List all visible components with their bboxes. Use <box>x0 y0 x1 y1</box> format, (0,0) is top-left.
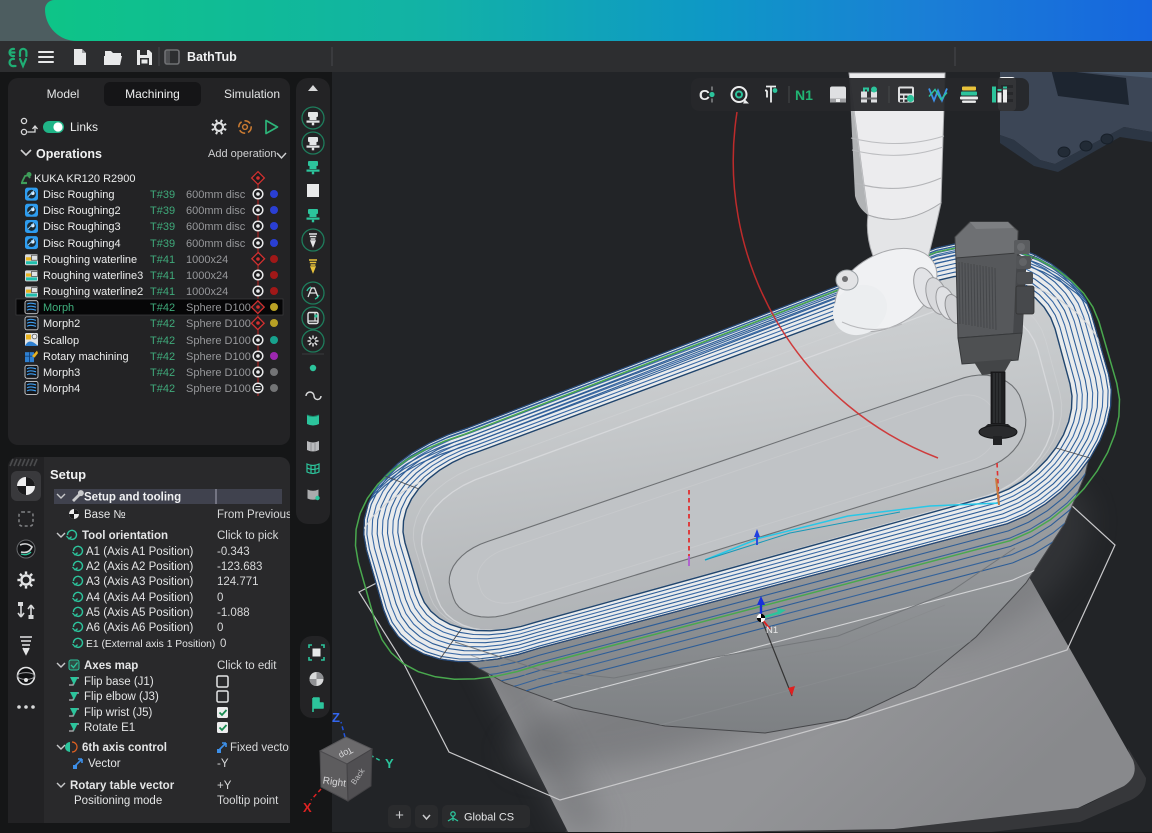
svg-text:Vector: Vector <box>88 758 121 770</box>
svg-text:X: X <box>303 800 312 815</box>
svg-text:Flip base (J1): Flip base (J1) <box>84 676 154 688</box>
svg-text:T#41: T#41 <box>150 270 175 282</box>
svg-text:-Y: -Y <box>217 758 229 770</box>
svg-text:Roughing waterline2: Roughing waterline2 <box>43 286 143 298</box>
svg-text:T#42: T#42 <box>150 383 175 395</box>
svg-text:Morph4: Morph4 <box>43 383 80 395</box>
svg-text:Positioning mode: Positioning mode <box>74 795 162 807</box>
svg-text:Flip elbow (J3): Flip elbow (J3) <box>84 691 159 703</box>
svg-text:0: 0 <box>217 622 223 634</box>
svg-text:0: 0 <box>217 592 223 604</box>
svg-text:Sphere D100: Sphere D100 <box>186 302 251 314</box>
svg-text:T#42: T#42 <box>150 367 175 379</box>
svg-text:Flip wrist (J5): Flip wrist (J5) <box>84 707 153 719</box>
svg-text:T#39: T#39 <box>150 189 175 201</box>
svg-text:Morph2: Morph2 <box>43 318 80 330</box>
svg-text:600mm disc: 600mm disc <box>186 238 246 250</box>
svg-text:-1.088: -1.088 <box>217 607 250 619</box>
svg-text:Morph: Morph <box>43 302 74 314</box>
svg-text:Global CS: Global CS <box>464 812 514 824</box>
svg-text:1000x24: 1000x24 <box>186 286 228 298</box>
svg-text:C: C <box>699 87 710 104</box>
svg-text:T#42: T#42 <box>150 302 175 314</box>
svg-text:A6 (Axis A6 Position): A6 (Axis A6 Position) <box>86 622 194 634</box>
svg-text:T#42: T#42 <box>150 335 175 347</box>
svg-text:Morph3: Morph3 <box>43 367 80 379</box>
svg-text:Roughing waterline3: Roughing waterline3 <box>43 270 143 282</box>
svg-text:T#42: T#42 <box>150 318 175 330</box>
svg-text:A1 (Axis A1 Position): A1 (Axis A1 Position) <box>86 546 194 558</box>
svg-text:Roughing waterline: Roughing waterline <box>43 254 137 266</box>
svg-text:600mm disc: 600mm disc <box>186 221 246 233</box>
svg-text:T#41: T#41 <box>150 286 175 298</box>
svg-text:From Previous: From Previous <box>217 509 290 521</box>
svg-text:A2 (Axis A2 Position): A2 (Axis A2 Position) <box>86 561 194 573</box>
svg-text:6th axis control: 6th axis control <box>82 742 167 754</box>
svg-text:Disc Roughing4: Disc Roughing4 <box>43 238 121 250</box>
svg-text:N1: N1 <box>795 87 813 103</box>
svg-text:BathTub: BathTub <box>187 50 237 64</box>
svg-text:A4 (Axis A4 Position): A4 (Axis A4 Position) <box>86 592 194 604</box>
svg-text:Rotary table vector: Rotary table vector <box>70 780 175 792</box>
svg-text:E1 (External axis 1 Position): E1 (External axis 1 Position) <box>86 639 215 650</box>
svg-text:600mm disc: 600mm disc <box>186 205 246 217</box>
svg-text:Base №: Base № <box>84 509 126 521</box>
svg-text:Fixed vecto: Fixed vecto <box>230 742 289 754</box>
svg-text:A3 (Axis A3 Position): A3 (Axis A3 Position) <box>86 576 194 588</box>
svg-text:1000x24: 1000x24 <box>186 254 228 266</box>
svg-text:1000x24: 1000x24 <box>186 270 228 282</box>
svg-text:A5 (Axis A5 Position): A5 (Axis A5 Position) <box>86 607 194 619</box>
svg-text:T#41: T#41 <box>150 254 175 266</box>
svg-text:Links: Links <box>70 120 98 134</box>
svg-text:0: 0 <box>220 638 226 650</box>
svg-text:KUKA KR120 R2900: KUKA KR120 R2900 <box>34 173 136 185</box>
svg-text:Click to pick: Click to pick <box>217 530 279 542</box>
svg-text:Disc Roughing2: Disc Roughing2 <box>43 205 121 217</box>
svg-text:Sphere D100: Sphere D100 <box>186 383 251 395</box>
svg-text:Tool orientation: Tool orientation <box>82 530 168 542</box>
svg-text:Disc Roughing: Disc Roughing <box>43 189 115 201</box>
svg-text:Axes map: Axes map <box>84 660 138 672</box>
svg-text:Z: Z <box>332 710 340 725</box>
svg-text:Disc Roughing3: Disc Roughing3 <box>43 221 121 233</box>
svg-text:Scallop: Scallop <box>43 335 79 347</box>
svg-text:Y: Y <box>385 756 394 771</box>
svg-text:Sphere D100: Sphere D100 <box>186 351 251 363</box>
svg-text:N1: N1 <box>766 625 778 636</box>
svg-text:-123.683: -123.683 <box>217 561 262 573</box>
svg-text:+Y: +Y <box>217 780 232 792</box>
svg-text:Sphere D100: Sphere D100 <box>186 367 251 379</box>
svg-text:T#42: T#42 <box>150 351 175 363</box>
svg-text:T#39: T#39 <box>150 205 175 217</box>
svg-text:Operations: Operations <box>36 147 102 161</box>
svg-text:T#39: T#39 <box>150 221 175 233</box>
svg-text:Rotate E1: Rotate E1 <box>84 722 135 734</box>
svg-text:Click to edit: Click to edit <box>217 660 277 672</box>
svg-text:-0.343: -0.343 <box>217 546 250 558</box>
svg-text:Rotary machining: Rotary machining <box>43 351 129 363</box>
svg-text:Add operation: Add operation <box>208 148 277 160</box>
svg-text:Sphere D100: Sphere D100 <box>186 335 251 347</box>
svg-text:T#39: T#39 <box>150 238 175 250</box>
svg-text:124.771: 124.771 <box>217 576 259 588</box>
svg-text:600mm disc: 600mm disc <box>186 189 246 201</box>
svg-text:Setup and tooling: Setup and tooling <box>84 492 181 504</box>
svg-text:Tooltip point: Tooltip point <box>217 795 279 807</box>
svg-text:Sphere D100: Sphere D100 <box>186 318 251 330</box>
